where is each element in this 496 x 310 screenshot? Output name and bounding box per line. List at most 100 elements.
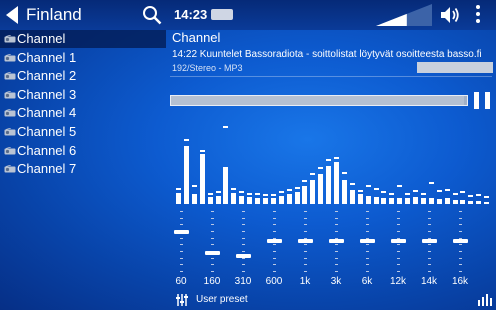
spectrum-bar	[436, 199, 442, 204]
band-label: 12k	[389, 276, 407, 287]
clock: 14:23	[174, 7, 208, 22]
slider-tick	[211, 244, 214, 246]
spectrum-bar	[262, 198, 268, 204]
channel-item[interactable]: Channel 6	[0, 142, 166, 160]
slider-tick	[180, 211, 183, 212]
slider-tick	[397, 231, 400, 232]
slider-tick	[428, 244, 431, 246]
top-bar: Finland 14:23	[0, 0, 496, 30]
channel-item[interactable]: Channel 5	[0, 123, 166, 141]
band-slider-handle[interactable]	[205, 251, 220, 255]
slider-tick	[335, 257, 338, 259]
slider-tick	[242, 211, 245, 212]
band-slider-handle[interactable]	[422, 239, 437, 243]
slider-tick	[304, 251, 307, 252]
slider-tick	[242, 271, 245, 272]
slider-tick	[397, 264, 400, 266]
slider-tick	[180, 271, 183, 272]
slider-tick	[366, 257, 369, 259]
slider-tick	[211, 264, 214, 266]
spectrum-bar	[318, 173, 324, 204]
band-slider-handle[interactable]	[453, 239, 468, 243]
spectrum-peak	[286, 189, 292, 191]
band-label: 16k	[451, 276, 469, 287]
channel-item[interactable]: Channel 1	[0, 49, 166, 67]
spectrum-bar	[223, 167, 229, 204]
spectrum-peak	[326, 159, 332, 162]
spectrum-peak	[262, 193, 268, 196]
spectrum-peak	[302, 180, 308, 183]
slider-tick	[273, 257, 276, 259]
spectrum-peak	[357, 189, 363, 192]
slider-tick	[335, 224, 338, 226]
channel-item[interactable]: Channel 7	[0, 160, 166, 178]
spectrum-bar	[270, 197, 276, 204]
band-slider-handle[interactable]	[329, 239, 344, 243]
band-label: 3k	[330, 276, 342, 287]
spectrum-peak	[334, 157, 339, 159]
spectrum-bar	[278, 196, 284, 204]
channel-item[interactable]: Channel 2	[0, 67, 166, 85]
spectrum-peak	[349, 183, 355, 186]
channel-item[interactable]: Channel 3	[0, 86, 166, 104]
slider-tick	[211, 231, 214, 232]
spectrum-bar	[460, 200, 466, 204]
band-label: 60	[175, 276, 187, 287]
back-arrow-icon[interactable]	[6, 6, 18, 24]
channel-item[interactable]: Channel	[0, 30, 166, 48]
slider-tick	[211, 257, 214, 259]
spectrum-mode-icon[interactable]	[478, 294, 492, 306]
slider-tick	[273, 224, 276, 226]
band-slider-handle[interactable]	[391, 239, 406, 243]
band-slider-handle[interactable]	[236, 254, 251, 258]
volume-icon[interactable]	[440, 6, 460, 24]
slider-tick	[397, 251, 400, 252]
slider-tick	[335, 264, 338, 266]
spectrum-peak	[318, 167, 324, 170]
now-playing-track: 14:22 Kuuntelet Bassoradiota - soittolis…	[172, 49, 482, 60]
preset-name[interactable]: User preset	[196, 294, 248, 306]
slider-tick	[335, 271, 338, 272]
volume-level-indicator[interactable]	[376, 4, 432, 26]
search-icon[interactable]	[142, 5, 162, 25]
spectrum-bar	[389, 198, 395, 204]
equalizer-settings-icon[interactable]	[176, 294, 188, 306]
spectrum-bar	[476, 200, 482, 204]
spectrum-bar	[444, 198, 450, 204]
spectrum-bar	[341, 180, 347, 204]
spectrum-bar	[294, 192, 300, 204]
spectrum-peak	[397, 185, 403, 187]
slider-tick	[180, 257, 183, 259]
spectrum-bar	[286, 194, 292, 204]
spectrum-peak	[199, 149, 205, 152]
progress-bar[interactable]	[170, 95, 468, 106]
slider-tick	[180, 237, 183, 239]
slider-tick	[366, 251, 369, 252]
slider-tick	[366, 244, 369, 246]
slider-tick	[459, 271, 462, 272]
radio-icon	[4, 165, 16, 173]
pause-icon[interactable]	[474, 92, 490, 109]
slider-tick	[211, 224, 214, 226]
spectrum-peak	[294, 186, 300, 189]
spectrum-peak	[452, 193, 458, 195]
spectrum-bar	[255, 197, 260, 204]
slider-tick	[397, 257, 400, 259]
band-label: 310	[234, 276, 252, 287]
channel-list: Channel Channel 1 Channel 2 Channel 3 Channe…	[0, 30, 166, 310]
channel-item[interactable]: Channel 4	[0, 104, 166, 122]
band-slider-handle[interactable]	[298, 239, 313, 243]
band-label: 160	[203, 276, 221, 287]
slider-tick	[242, 217, 245, 219]
slider-tick	[459, 257, 462, 259]
overflow-menu-icon[interactable]	[474, 5, 482, 27]
slider-tick	[273, 244, 276, 246]
slider-tick	[428, 251, 431, 252]
spectrum-bar	[413, 196, 418, 204]
spectrum-bar	[215, 196, 221, 204]
slider-tick	[459, 231, 462, 232]
battery-icon	[211, 9, 233, 20]
band-slider-handle[interactable]	[174, 230, 189, 234]
band-slider-handle[interactable]	[360, 239, 375, 243]
band-slider-handle[interactable]	[267, 239, 282, 243]
